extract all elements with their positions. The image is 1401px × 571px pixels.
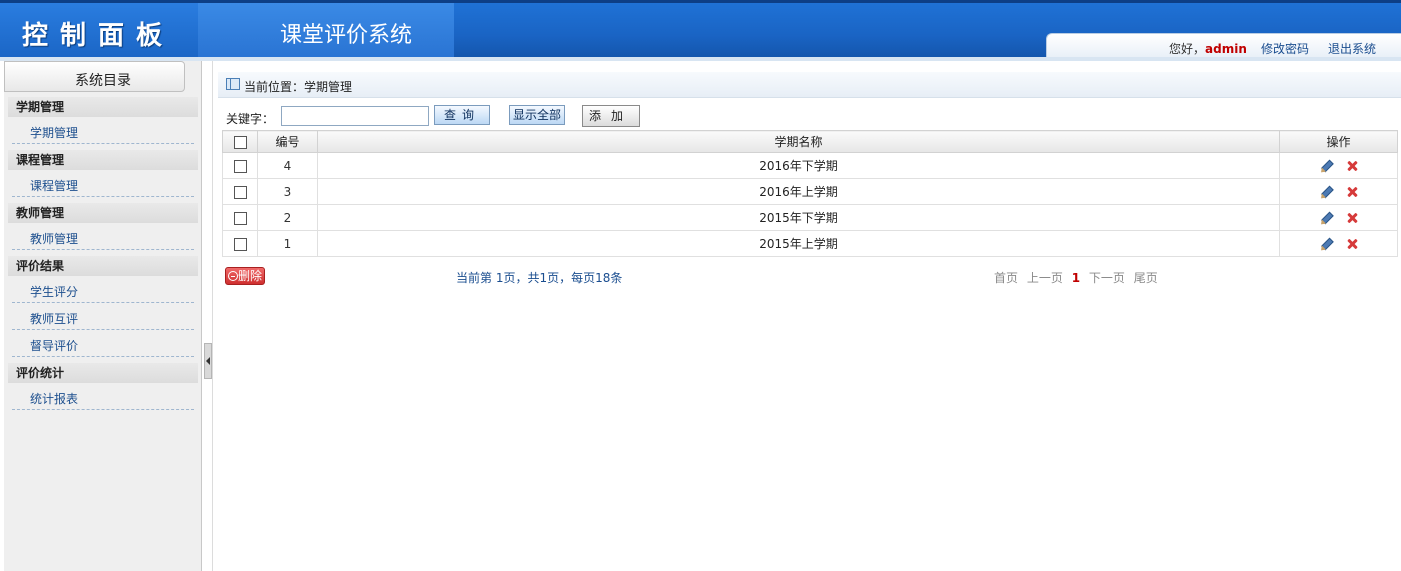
row-id: 4: [257, 152, 318, 179]
sidebar-item-teacher-peer[interactable]: 教师互评: [12, 309, 194, 330]
pencil-icon[interactable]: [1316, 234, 1336, 254]
keyword-label: 关键字：: [226, 112, 275, 126]
username: admin: [1205, 42, 1247, 56]
system-title: 课堂评价系统: [280, 23, 413, 48]
user-bar: 您好，admin 修改密码 退出系统: [1046, 33, 1401, 60]
top-header: 控制面板 课堂评价系统 您好，admin 修改密码 退出系统: [0, 0, 1401, 60]
row-actions: [1279, 204, 1398, 231]
select-all-checkbox[interactable]: [233, 135, 247, 149]
pencil-icon[interactable]: [1316, 156, 1336, 176]
sidebar-group-course[interactable]: 课程管理: [8, 150, 198, 170]
sidebar-group-eval-stats[interactable]: 评价统计: [8, 363, 198, 383]
sidebar-item-student-score[interactable]: 学生评分: [12, 282, 194, 303]
panel-icon: [226, 78, 240, 90]
add-button[interactable]: 添加: [582, 105, 640, 127]
row-checkbox[interactable]: [233, 159, 247, 173]
minus-circle-icon: [228, 271, 238, 281]
row-select-cell: [222, 178, 258, 205]
table-header-row: 编号 学期名称 操作: [222, 130, 1398, 153]
cross-icon[interactable]: [1345, 211, 1359, 225]
row-select-cell: [222, 204, 258, 231]
col-name: 学期名称: [317, 130, 1280, 153]
logout-link[interactable]: 退出系统: [1328, 40, 1376, 57]
sidebar-item-term-manage[interactable]: 学期管理: [12, 123, 194, 144]
sidebar-group-eval-result[interactable]: 评价结果: [8, 256, 198, 276]
sidebar-collapse-handle[interactable]: [204, 343, 212, 379]
cross-icon[interactable]: [1345, 185, 1359, 199]
change-password-link[interactable]: 修改密码: [1261, 40, 1309, 57]
content-divider: [212, 61, 213, 571]
current-page: 1: [1071, 271, 1081, 285]
term-table: 编号 学期名称 操作 4 2016年下学期 3 2016年上学期 2 2015年…: [222, 130, 1398, 257]
row-checkbox[interactable]: [233, 185, 247, 199]
last-page-link[interactable]: 尾页: [1134, 271, 1158, 285]
sidebar-item-teacher-manage[interactable]: 教师管理: [12, 229, 194, 250]
row-select-cell: [222, 152, 258, 179]
row-checkbox[interactable]: [233, 211, 247, 225]
sidebar-header: 系统目录: [4, 61, 185, 92]
sidebar-item-stats-report[interactable]: 统计报表: [12, 389, 194, 410]
system-title-area: 课堂评价系统: [198, 3, 454, 57]
header-divider: [0, 57, 1401, 61]
row-checkbox[interactable]: [233, 237, 247, 251]
greeting-prefix: 您好，: [1169, 42, 1206, 56]
sidebar-group-teacher[interactable]: 教师管理: [8, 203, 198, 223]
pagination: 首页 上一页 1 下一页 尾页: [994, 269, 1163, 286]
row-id: 2: [257, 204, 318, 231]
pencil-icon[interactable]: [1316, 182, 1336, 202]
page-info: 当前第 1页，共1页，每页18条: [456, 271, 623, 285]
row-actions: [1279, 178, 1398, 205]
row-name: 2015年上学期: [317, 230, 1280, 257]
row-id: 3: [257, 178, 318, 205]
sidebar-menu: 学期管理 学期管理 课程管理 课程管理 教师管理 教师管理 评价结果 学生评分 …: [8, 97, 198, 416]
sidebar-item-course-manage[interactable]: 课程管理: [12, 176, 194, 197]
query-button[interactable]: 查询: [434, 105, 490, 125]
row-name: 2016年下学期: [317, 152, 1280, 179]
delete-label: 删除: [238, 269, 263, 283]
table-row: 3 2016年上学期: [222, 178, 1398, 205]
row-name: 2015年下学期: [317, 204, 1280, 231]
sidebar-item-supervisor-eval[interactable]: 督导评价: [12, 336, 194, 357]
row-actions: [1279, 152, 1398, 179]
brand-title: 控制面板: [22, 21, 175, 51]
next-page-link[interactable]: 下一页: [1089, 271, 1125, 285]
pencil-icon[interactable]: [1316, 208, 1336, 228]
row-id: 1: [257, 230, 318, 257]
cross-icon[interactable]: [1345, 237, 1359, 251]
col-actions: 操作: [1279, 130, 1398, 153]
sidebar-group-term[interactable]: 学期管理: [8, 97, 198, 117]
show-all-button[interactable]: 显示全部: [509, 105, 565, 125]
cross-icon[interactable]: [1345, 159, 1359, 173]
keyword-input[interactable]: [281, 106, 429, 126]
delete-selected-button[interactable]: 删除: [225, 267, 265, 285]
chevron-left-icon: [206, 357, 210, 365]
table-row: 2 2015年下学期: [222, 204, 1398, 231]
select-all-cell: [222, 130, 258, 153]
row-select-cell: [222, 230, 258, 257]
sidebar-title: 系统目录: [75, 73, 131, 89]
col-id: 编号: [257, 130, 318, 153]
row-name: 2016年上学期: [317, 178, 1280, 205]
row-actions: [1279, 230, 1398, 257]
prev-page-link[interactable]: 上一页: [1027, 271, 1063, 285]
greeting: 您好，admin: [1169, 40, 1247, 57]
breadcrumb: 当前位置：学期管理: [218, 72, 1401, 98]
table-row: 1 2015年上学期: [222, 230, 1398, 257]
sidebar: 系统目录 学期管理 学期管理 课程管理 课程管理 教师管理 教师管理 评价结果 …: [4, 61, 202, 571]
table-row: 4 2016年下学期: [222, 152, 1398, 179]
first-page-link[interactable]: 首页: [994, 271, 1018, 285]
breadcrumb-text: 当前位置：学期管理: [244, 80, 353, 94]
brand-area: 控制面板: [0, 3, 198, 57]
